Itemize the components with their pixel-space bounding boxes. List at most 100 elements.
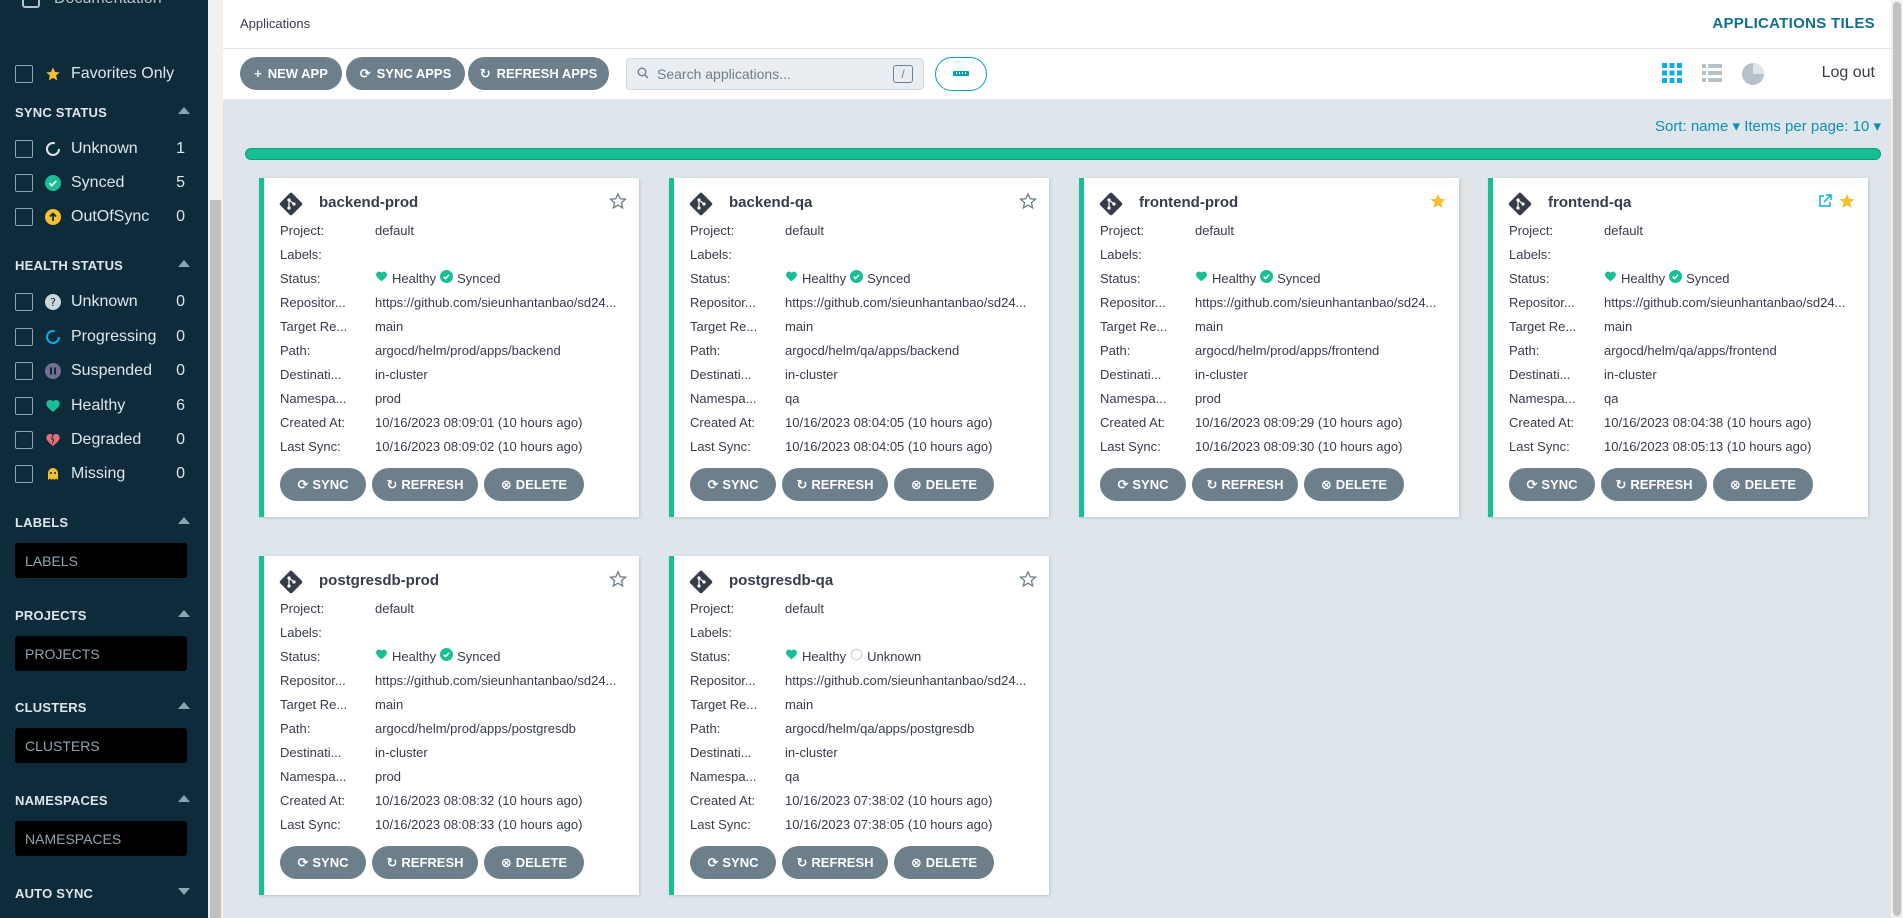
sync-icon: ⟳ xyxy=(1117,476,1129,492)
app-tile-backend-qa[interactable]: backend-qa Project: default Labels: Statu… xyxy=(669,178,1049,517)
search-input[interactable]: Search applications... / xyxy=(626,58,924,90)
collapse-caret-icon[interactable] xyxy=(178,517,190,524)
refresh-button[interactable]: ↻ REFRESH xyxy=(372,846,478,879)
collapse-caret-icon[interactable] xyxy=(178,107,190,114)
breadcrumb[interactable]: Applications xyxy=(240,16,310,31)
app-tile-postgresdb-qa[interactable]: postgresdb-qa Project: default Labels: St… xyxy=(669,556,1049,895)
sidebar-scrollbar[interactable] xyxy=(208,0,223,918)
caret-down-icon[interactable]: ▾ xyxy=(1728,118,1744,135)
list-view-icon[interactable] xyxy=(1701,62,1723,91)
checkbox[interactable] xyxy=(15,140,33,158)
new-app-button[interactable]: + NEW APP xyxy=(240,57,342,90)
app-name[interactable]: postgresdb-prod xyxy=(319,572,439,589)
filter-health-unknown[interactable]: ? Unknown 0 xyxy=(15,290,185,314)
favorites-checkbox[interactable] xyxy=(15,65,33,83)
refresh-button[interactable]: ↻ REFRESH xyxy=(372,468,478,501)
checkbox[interactable] xyxy=(15,397,33,415)
star-outline-icon[interactable] xyxy=(1018,570,1038,591)
health-status-header[interactable]: HEALTH STATUS xyxy=(15,258,190,273)
clusters-header[interactable]: CLUSTERS xyxy=(15,700,190,715)
caret-down-icon[interactable]: ▾ xyxy=(1869,118,1881,135)
checkbox[interactable] xyxy=(15,293,33,311)
checkbox[interactable] xyxy=(15,465,33,483)
checkbox[interactable] xyxy=(15,174,33,192)
delete-button[interactable]: ⊗ DELETE xyxy=(484,846,584,879)
filter-toggle-button[interactable] xyxy=(935,57,987,91)
app-name[interactable]: backend-prod xyxy=(319,194,418,211)
namespaces-input[interactable]: NAMESPACES xyxy=(15,821,187,856)
delete-button[interactable]: ⊗ DELETE xyxy=(484,468,584,501)
app-name[interactable]: postgresdb-qa xyxy=(729,572,833,589)
star-outline-icon[interactable] xyxy=(608,570,628,591)
pie-chart-view-icon[interactable] xyxy=(1741,62,1765,91)
sync-apps-button[interactable]: ⟳ SYNC APPS xyxy=(346,57,465,90)
filter-sync-unknown[interactable]: Unknown 1 xyxy=(15,137,185,161)
favorites-filter[interactable]: Favorites Only xyxy=(15,62,185,86)
app-tile-frontend-prod[interactable]: frontend-prod Project: default Labels: St… xyxy=(1079,178,1459,517)
projects-input[interactable]: PROJECTS xyxy=(15,636,187,671)
checkbox[interactable] xyxy=(15,431,33,449)
app-tile-backend-prod[interactable]: backend-prod Project: default Labels: Sta… xyxy=(259,178,639,517)
scrollbar-thumb[interactable] xyxy=(210,200,221,918)
items-per-page-dropdown[interactable]: Items per page: 10 xyxy=(1744,118,1869,135)
checkbox[interactable] xyxy=(15,208,33,226)
namespaces-header[interactable]: NAMESPACES xyxy=(15,793,190,808)
refresh-button[interactable]: ↻ REFRESH xyxy=(1601,468,1707,501)
star-outline-icon[interactable] xyxy=(1018,192,1038,213)
checkbox[interactable] xyxy=(15,362,33,380)
delete-button[interactable]: ⊗ DELETE xyxy=(1304,468,1404,501)
app-name[interactable]: frontend-prod xyxy=(1139,194,1238,211)
logout-link[interactable]: Log out xyxy=(1822,64,1875,82)
path-value: argocd/helm/qa/apps/frontend xyxy=(1604,342,1777,358)
star-filled-icon[interactable] xyxy=(1838,192,1856,213)
app-name[interactable]: frontend-qa xyxy=(1548,194,1631,211)
star-filled-icon[interactable] xyxy=(1429,192,1447,213)
new-app-label: NEW APP xyxy=(267,66,328,81)
filter-health-progressing[interactable]: Progressing 0 xyxy=(15,325,185,349)
filter-health-healthy[interactable]: Healthy 6 xyxy=(15,394,185,418)
filter-sync-outofsync[interactable]: OutOfSync 0 xyxy=(15,205,185,229)
delete-button[interactable]: ⊗ DELETE xyxy=(894,468,994,501)
checkbox[interactable] xyxy=(15,328,33,346)
refresh-button[interactable]: ↻ REFRESH xyxy=(782,846,888,879)
delete-button[interactable]: ⊗ DELETE xyxy=(1713,468,1813,501)
sync-status-header[interactable]: SYNC STATUS xyxy=(15,105,190,120)
filter-health-degraded[interactable]: Degraded 0 xyxy=(15,428,185,452)
sync-button[interactable]: ⟳ SYNC xyxy=(1509,468,1595,501)
sync-button[interactable]: ⟳ SYNC xyxy=(1100,468,1186,501)
scrollbar-thumb[interactable] xyxy=(1893,2,1901,916)
delete-label: DELETE xyxy=(1744,477,1797,492)
collapse-caret-icon[interactable] xyxy=(178,702,190,709)
auto-sync-header[interactable]: AUTO SYNC xyxy=(15,886,190,901)
created-at-value: 10/16/2023 08:09:01 (10 hours ago) xyxy=(375,414,583,430)
external-link-icon[interactable] xyxy=(1818,194,1832,211)
app-name[interactable]: backend-qa xyxy=(729,194,812,211)
refresh-button[interactable]: ↻ REFRESH xyxy=(782,468,888,501)
clusters-input[interactable]: CLUSTERS xyxy=(15,728,187,763)
collapse-caret-icon[interactable] xyxy=(178,610,190,617)
delete-button[interactable]: ⊗ DELETE xyxy=(894,846,994,879)
labels-header[interactable]: LABELS xyxy=(15,515,190,530)
sync-button[interactable]: ⟳ SYNC xyxy=(690,846,776,879)
sync-button[interactable]: ⟳ SYNC xyxy=(280,468,366,501)
app-tile-frontend-qa[interactable]: frontend-qa Project: default Labels: Stat… xyxy=(1488,178,1868,517)
sync-button[interactable]: ⟳ SYNC xyxy=(690,468,776,501)
filter-health-suspended[interactable]: Suspended 0 xyxy=(15,359,185,383)
app-tile-postgresdb-prod[interactable]: postgresdb-prod Project: default Labels: … xyxy=(259,556,639,895)
labels-input[interactable]: LABELS xyxy=(15,543,187,578)
refresh-label: REFRESH xyxy=(401,855,464,870)
collapse-caret-icon[interactable] xyxy=(178,260,190,267)
collapse-caret-icon[interactable] xyxy=(178,795,190,802)
tiles-view-icon[interactable] xyxy=(1661,62,1683,91)
page-scrollbar[interactable] xyxy=(1891,0,1903,918)
documentation-link[interactable]: Documentation xyxy=(22,0,162,8)
expand-caret-icon[interactable] xyxy=(178,888,190,895)
sort-dropdown[interactable]: Sort: name xyxy=(1655,118,1728,135)
filter-sync-synced[interactable]: Synced 5 xyxy=(15,171,185,195)
star-outline-icon[interactable] xyxy=(608,192,628,213)
filter-health-missing[interactable]: Missing 0 xyxy=(15,462,185,486)
sync-button[interactable]: ⟳ SYNC xyxy=(280,846,366,879)
projects-header[interactable]: PROJECTS xyxy=(15,608,190,623)
refresh-apps-button[interactable]: ↻ REFRESH APPS xyxy=(468,57,609,90)
refresh-button[interactable]: ↻ REFRESH xyxy=(1192,468,1298,501)
